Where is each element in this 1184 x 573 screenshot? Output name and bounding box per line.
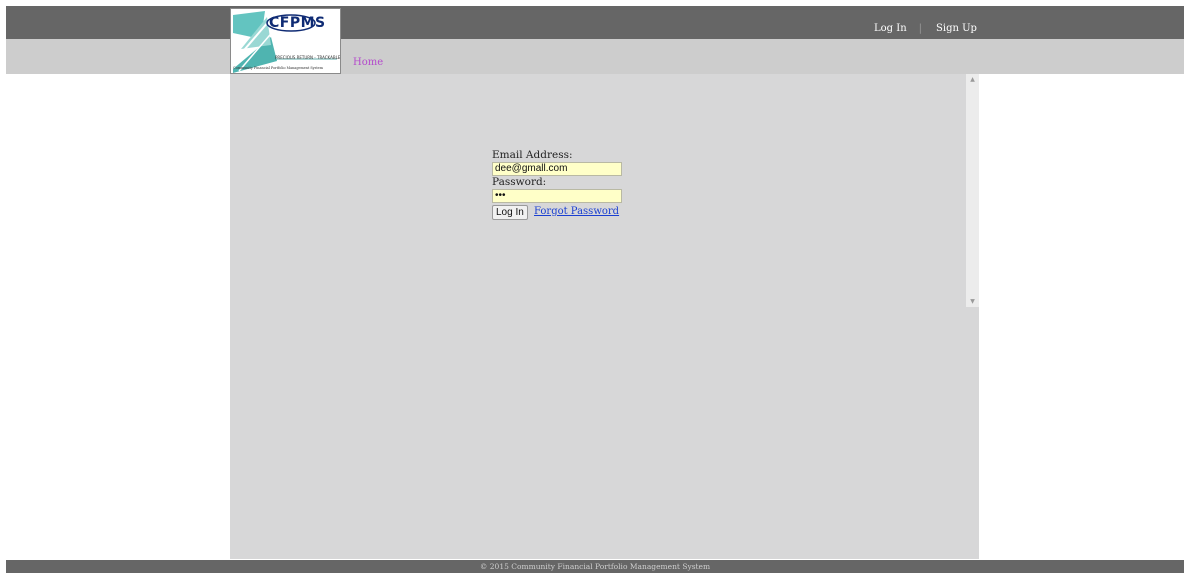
logo-tagline: PRECIOUS RETURN - TRACKABLE [275, 55, 341, 60]
auth-separator: | [918, 23, 923, 34]
login-link[interactable]: Log In [874, 23, 907, 34]
password-label: Password: [492, 176, 547, 188]
nav-bar [6, 39, 1184, 74]
copyright-text: © 2015 Community Financial Portfolio Man… [479, 562, 711, 571]
email-field[interactable]: dee@gmall.com [492, 162, 622, 176]
auth-links: Log In | Sign Up [874, 23, 977, 34]
chevron-down-icon[interactable]: ▼ [966, 298, 979, 305]
logo-full-name: Community Financial Portfolio Management… [233, 66, 323, 70]
login-button[interactable]: Log In [492, 205, 528, 220]
login-actions: Log In Forgot Password [492, 205, 632, 221]
footer: © 2015 Community Financial Portfolio Man… [6, 560, 1184, 573]
top-bar: Log In | Sign Up [6, 6, 1184, 39]
forgot-password-link[interactable]: Forgot Password [534, 206, 619, 217]
password-field[interactable]: ••• [492, 189, 622, 203]
logo-text: CFPMS [269, 15, 326, 31]
signup-link[interactable]: Sign Up [936, 23, 977, 34]
main-content [230, 74, 979, 559]
login-form: Email Address: dee@gmall.com Password: •… [492, 149, 632, 221]
scrollbar[interactable]: ▲ ▼ [966, 74, 979, 307]
nav-home-link[interactable]: Home [353, 57, 383, 68]
chevron-up-icon[interactable]: ▲ [966, 76, 979, 83]
email-label: Email Address: [492, 149, 573, 161]
logo[interactable]: CFPMS PRECIOUS RETURN - TRACKABLE Commun… [230, 8, 341, 74]
